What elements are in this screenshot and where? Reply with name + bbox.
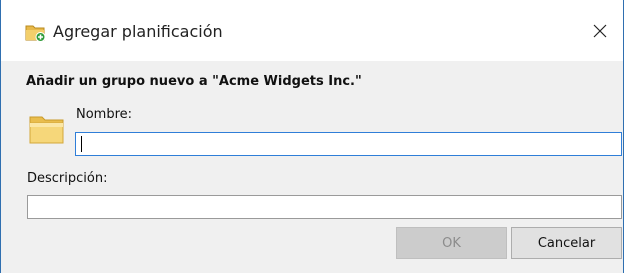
folder-add-icon <box>25 25 46 42</box>
text-caret <box>81 136 82 152</box>
ok-button[interactable]: OK <box>396 227 507 259</box>
description-label: Descripción: <box>27 171 108 186</box>
folder-icon <box>29 116 64 144</box>
description-input[interactable] <box>27 195 622 219</box>
close-button[interactable] <box>577 9 623 53</box>
window-title: Agregar planificación <box>53 22 223 41</box>
close-icon <box>593 24 607 38</box>
name-label: Nombre: <box>76 107 133 122</box>
title-bar[interactable]: Agregar planificación <box>1 0 623 61</box>
name-input[interactable] <box>75 132 622 156</box>
dialog-heading: Añadir un grupo nuevo a "Acme Widgets In… <box>26 74 362 89</box>
cancel-button[interactable]: Cancelar <box>511 227 622 259</box>
add-schedule-dialog: Agregar planificación Añadir un grupo nu… <box>0 0 624 273</box>
